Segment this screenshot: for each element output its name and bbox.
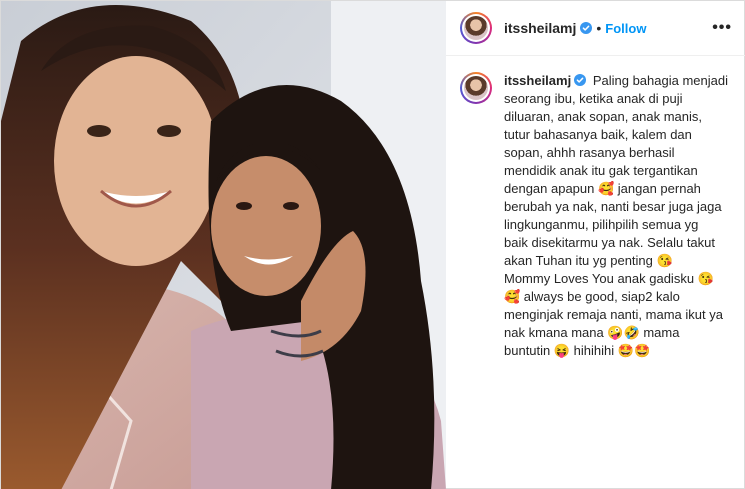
caption-line: buntutin 😝 hihihihi 🤩🤩 bbox=[504, 343, 651, 358]
separator-dot: • bbox=[596, 20, 602, 36]
caption-username[interactable]: itssheilamj bbox=[504, 73, 571, 88]
post-photo[interactable] bbox=[1, 1, 446, 489]
caption-line: tutur bahasanya baik, kalem dan bbox=[504, 127, 692, 142]
more-options-icon[interactable]: ••• bbox=[712, 19, 732, 37]
caption-row: itssheilamj Paling bahagia menjadi seora… bbox=[446, 56, 745, 360]
caption-line: sopan, ahhh rasanya berhasil bbox=[504, 145, 675, 160]
verified-badge-icon bbox=[580, 22, 593, 34]
post-image bbox=[1, 1, 446, 489]
instagram-post: itssheilamj • Follow ••• itssheilamj Pal… bbox=[0, 0, 745, 489]
caption-line: Paling bahagia menjadi bbox=[592, 73, 728, 88]
post-sidebar: itssheilamj • Follow ••• itssheilamj Pal… bbox=[446, 1, 745, 489]
caption-avatar[interactable] bbox=[460, 72, 492, 104]
caption-line: 🥰 always be good, siap2 kalo bbox=[504, 289, 680, 304]
caption-line: mendidik anak itu gak tergantikan bbox=[504, 163, 698, 178]
caption-line: baik disekitarmu ya nak. Selalu takut bbox=[504, 235, 715, 250]
avatar[interactable] bbox=[460, 12, 492, 44]
follow-button[interactable]: Follow bbox=[605, 21, 646, 36]
verified-badge-icon bbox=[574, 74, 587, 86]
post-header: itssheilamj • Follow ••• bbox=[446, 1, 745, 56]
caption-line: lingkunganmu, pilihpilih semua yg bbox=[504, 217, 699, 232]
caption-line: diluaran, anak sopan, anak manis, bbox=[504, 109, 703, 124]
caption-line: nak kmana mana 🤪🤣 mama bbox=[504, 325, 680, 340]
caption-line: akan Tuhan itu yg penting 😘 bbox=[504, 253, 673, 268]
caption-line: dengan apapun 🥰 jangan pernah bbox=[504, 181, 701, 196]
caption-line: Mommy Loves You anak gadisku 😘 bbox=[504, 271, 714, 286]
caption-line: seorang ibu, ketika anak di puji bbox=[504, 91, 683, 106]
header-username[interactable]: itssheilamj bbox=[504, 20, 576, 36]
caption-line: berubah ya nak, nanti besar juga jaga bbox=[504, 199, 722, 214]
caption-text: itssheilamj Paling bahagia menjadi seora… bbox=[504, 72, 732, 360]
caption-line: menginjak remaja nanti, mama ikut ya bbox=[504, 307, 723, 322]
